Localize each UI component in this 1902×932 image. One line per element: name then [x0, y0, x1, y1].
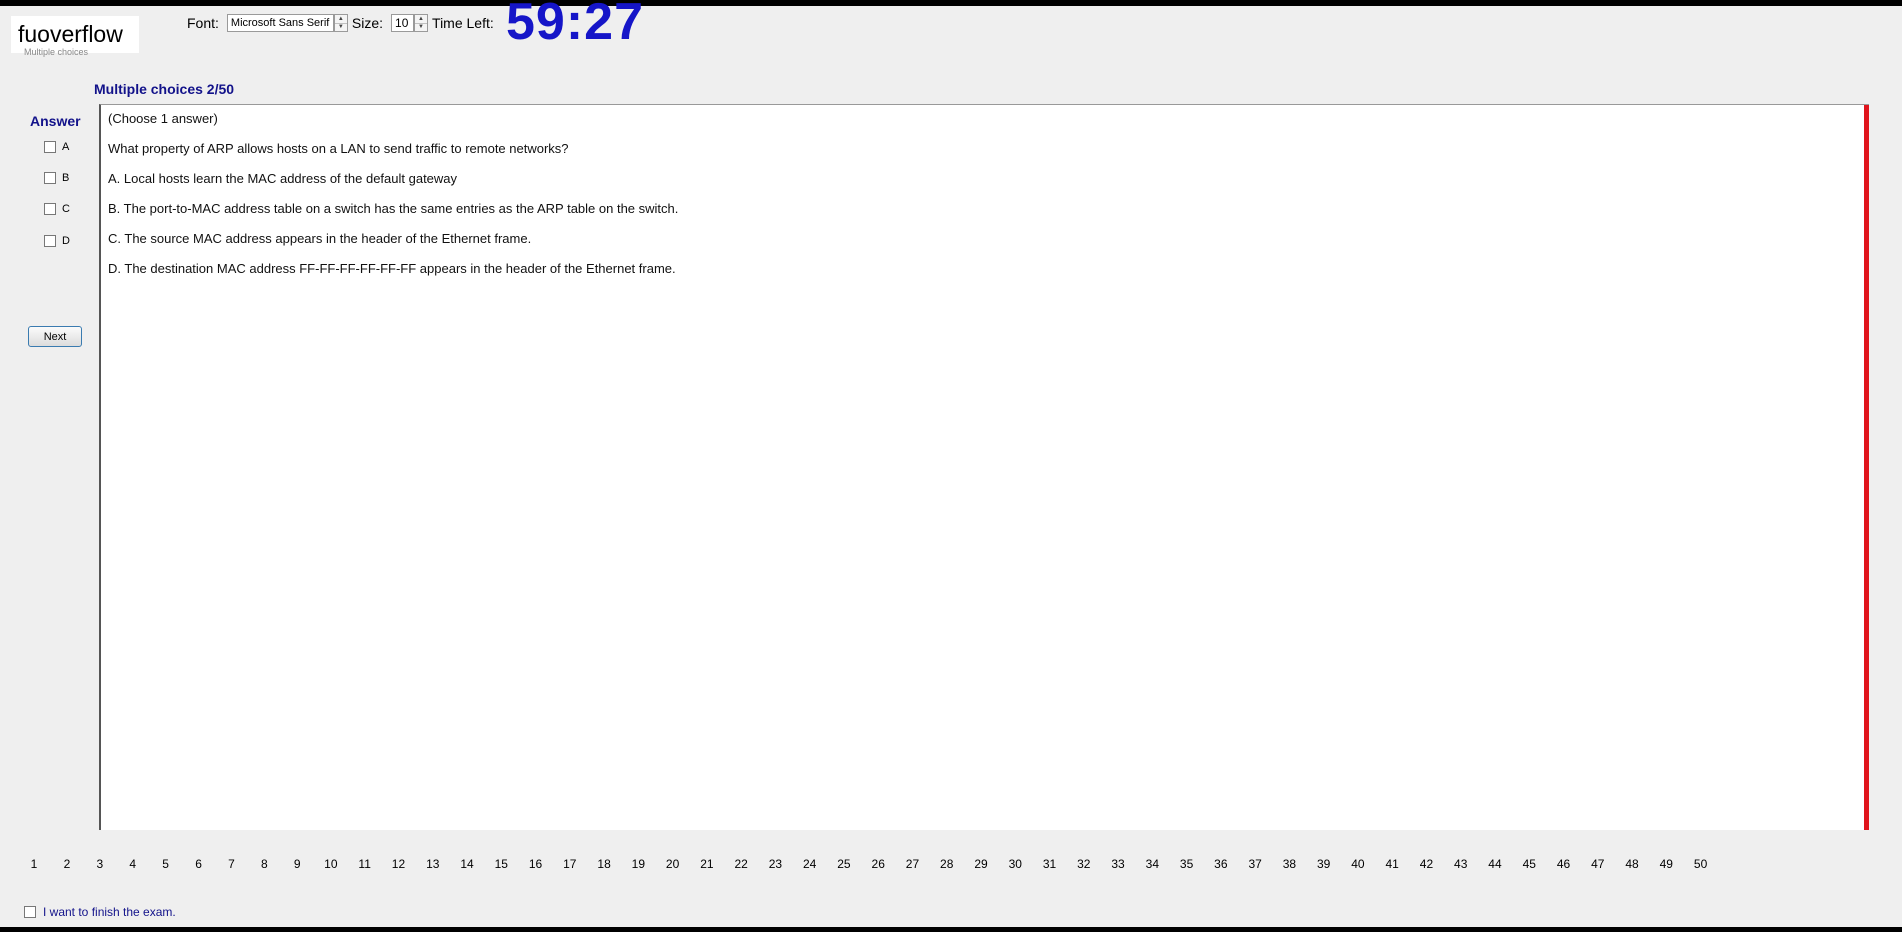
answer-option-a[interactable]: A	[44, 141, 69, 153]
answer-option-c[interactable]: C	[44, 203, 70, 215]
next-button[interactable]: Next	[28, 326, 82, 347]
spin-up-icon[interactable]: ▲	[415, 15, 428, 24]
page-link[interactable]: 23	[769, 857, 782, 871]
size-spinner[interactable]: ▲ ▼	[414, 14, 429, 32]
page-link[interactable]: 4	[127, 857, 139, 871]
page-link[interactable]: 44	[1488, 857, 1501, 871]
page-link[interactable]: 10	[324, 857, 337, 871]
page-link[interactable]: 47	[1591, 857, 1604, 871]
page-link[interactable]: 42	[1420, 857, 1433, 871]
page-link[interactable]: 30	[1009, 857, 1022, 871]
answer-checkbox[interactable]	[44, 235, 56, 247]
page-link[interactable]: 36	[1214, 857, 1227, 871]
finish-checkbox[interactable]	[24, 906, 36, 918]
page-link[interactable]: 38	[1283, 857, 1296, 871]
choice-c: C. The source MAC address appears in the…	[108, 231, 532, 246]
page-link[interactable]: 22	[734, 857, 747, 871]
spin-up-icon[interactable]: ▲	[334, 15, 347, 24]
font-spinner[interactable]: ▲ ▼	[333, 14, 348, 32]
page-link[interactable]: 46	[1557, 857, 1570, 871]
question-pager: 1 2 3 4 5 6 7 8 9 10 11 12 13 14 15 16 17 18 19 20 21 22 23 24 2…	[28, 857, 1708, 871]
page-link[interactable]: 6	[193, 857, 205, 871]
top-border	[0, 0, 1902, 6]
page-link[interactable]: 16	[529, 857, 542, 871]
answer-checkbox[interactable]	[44, 203, 56, 215]
page-link[interactable]: 33	[1111, 857, 1124, 871]
question-instruction: (Choose 1 answer)	[108, 111, 218, 126]
answer-heading: Answer	[30, 113, 81, 129]
font-select[interactable]: Microsoft Sans Serif	[226, 14, 334, 32]
page-link[interactable]: 8	[258, 857, 270, 871]
section-title: Multiple choices 2/50	[94, 81, 235, 97]
page-link[interactable]: 7	[225, 857, 237, 871]
page-link[interactable]: 39	[1317, 857, 1330, 871]
page-link[interactable]: 5	[160, 857, 172, 871]
question-text: What property of ARP allows hosts on a L…	[108, 141, 569, 156]
size-label: Size:	[351, 15, 384, 31]
page-link[interactable]: 37	[1248, 857, 1261, 871]
page-link[interactable]: 9	[291, 857, 303, 871]
choice-b: B. The port-to-MAC address table on a sw…	[108, 201, 679, 216]
page-link[interactable]: 12	[392, 857, 405, 871]
page-link[interactable]: 24	[803, 857, 816, 871]
answer-option-b[interactable]: B	[44, 172, 69, 184]
answer-option-d[interactable]: D	[44, 235, 70, 247]
answer-option-label: D	[62, 235, 70, 247]
page-link[interactable]: 19	[632, 857, 645, 871]
page-link[interactable]: 3	[94, 857, 106, 871]
question-panel: (Choose 1 answer) What property of ARP a…	[99, 104, 1869, 830]
choice-d: D. The destination MAC address FF-FF-FF-…	[108, 261, 676, 276]
font-label: Font:	[187, 15, 219, 31]
page-link[interactable]: 41	[1386, 857, 1399, 871]
finish-exam-option[interactable]: I want to finish the exam.	[24, 905, 176, 919]
page-link[interactable]: 13	[426, 857, 439, 871]
time-left-label: Time Left:	[432, 15, 494, 31]
page-link[interactable]: 28	[940, 857, 953, 871]
page-link[interactable]: 11	[358, 857, 370, 871]
countdown-timer: 59:27	[506, 0, 644, 51]
page-link[interactable]: 27	[906, 857, 919, 871]
page-link[interactable]: 17	[563, 857, 576, 871]
page-link[interactable]: 21	[700, 857, 713, 871]
choice-a: A. Local hosts learn the MAC address of …	[108, 171, 458, 186]
spin-down-icon[interactable]: ▼	[415, 24, 427, 32]
page-link[interactable]: 20	[666, 857, 679, 871]
page-link[interactable]: 32	[1077, 857, 1090, 871]
answer-option-label: A	[62, 141, 70, 153]
page-link[interactable]: 43	[1454, 857, 1467, 871]
finish-label: I want to finish the exam.	[43, 905, 176, 919]
page-link[interactable]: 26	[872, 857, 885, 871]
page-link[interactable]: 45	[1523, 857, 1536, 871]
page-link[interactable]: 40	[1351, 857, 1364, 871]
page-link[interactable]: 18	[597, 857, 610, 871]
page-link[interactable]: 14	[460, 857, 473, 871]
logo-text: fuoverflow	[18, 21, 123, 47]
page-link[interactable]: 25	[837, 857, 850, 871]
page-link[interactable]: 49	[1660, 857, 1673, 871]
bottom-border	[0, 927, 1902, 932]
answer-option-label: C	[62, 203, 70, 215]
faded-section-label: Multiple choices	[24, 47, 89, 57]
page-link[interactable]: 2	[61, 857, 73, 871]
page-link[interactable]: 15	[495, 857, 508, 871]
scroll-rail	[1864, 105, 1869, 830]
size-input[interactable]: 10	[391, 14, 415, 32]
page-link[interactable]: 34	[1146, 857, 1159, 871]
spin-down-icon[interactable]: ▼	[335, 24, 347, 32]
page-link[interactable]: 35	[1180, 857, 1193, 871]
font-toolbar: Font: Microsoft Sans Serif ▲ ▼ Size: 10 …	[187, 14, 502, 32]
page-link[interactable]: 29	[974, 857, 987, 871]
page-link[interactable]: 1	[28, 857, 40, 871]
page-link[interactable]: 50	[1694, 857, 1707, 871]
answer-checkbox[interactable]	[44, 172, 56, 184]
answer-option-label: B	[62, 172, 70, 184]
answer-checkbox[interactable]	[44, 141, 56, 153]
page-link[interactable]: 31	[1043, 857, 1056, 871]
page-link[interactable]: 48	[1625, 857, 1638, 871]
